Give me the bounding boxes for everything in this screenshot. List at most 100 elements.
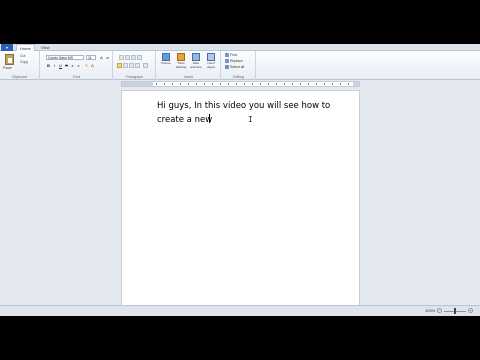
document-line-1[interactable]: Hi guys, In this video you will see how … bbox=[157, 101, 330, 111]
replace-label: Replace bbox=[230, 59, 243, 63]
ruler-tick bbox=[332, 83, 333, 85]
insert-picture-button[interactable]: Picture bbox=[160, 53, 172, 71]
decrease-indent-button[interactable] bbox=[119, 55, 124, 60]
strikethrough-button[interactable]: S bbox=[64, 63, 69, 68]
paste-icon bbox=[5, 54, 14, 65]
file-menu-button[interactable]: ▾ bbox=[1, 44, 13, 51]
find-icon bbox=[225, 53, 229, 58]
select-all-label: Select all bbox=[230, 65, 245, 69]
ruler-tick bbox=[292, 83, 293, 85]
ruler-right-margin bbox=[353, 82, 359, 86]
calendar-icon bbox=[192, 53, 200, 61]
zoom-out-button[interactable]: − bbox=[437, 308, 442, 313]
insert-object-button[interactable]: Insert object bbox=[205, 53, 217, 71]
select-all-icon bbox=[225, 65, 229, 70]
ruler-tick bbox=[308, 83, 309, 85]
insert-group-label: Insert bbox=[184, 75, 193, 79]
paint-drawing-button[interactable]: Paint drawing bbox=[175, 53, 187, 71]
ribbon-tab-row: ▾ Home View bbox=[0, 44, 480, 52]
clipboard-group: Paste Cut Copy Clipboard bbox=[0, 51, 40, 80]
mouse-ibeam-cursor: I bbox=[248, 115, 253, 124]
ruler-tick bbox=[260, 83, 261, 85]
status-bar: 100% − + bbox=[0, 305, 480, 316]
font-size-select[interactable]: 11 bbox=[86, 55, 96, 60]
grow-font-button[interactable]: A bbox=[99, 55, 104, 60]
font-group-label: Font bbox=[72, 75, 80, 79]
ruler-tick bbox=[156, 83, 157, 85]
ruler-tick bbox=[276, 83, 277, 85]
ribbon: Paste Cut Copy Clipboard Comic Sans MS 1… bbox=[0, 51, 480, 80]
document-area: Hi guys, In this video you will see how … bbox=[0, 87, 480, 350]
zoom-in-button[interactable]: + bbox=[468, 308, 473, 313]
increase-indent-button[interactable] bbox=[125, 55, 130, 60]
ruler-tick bbox=[340, 83, 341, 85]
date-time-label: Date and time bbox=[190, 61, 202, 69]
justify-button[interactable] bbox=[135, 63, 140, 68]
ruler-tick bbox=[284, 83, 285, 85]
clipboard-group-label: Clipboard bbox=[12, 75, 27, 79]
ruler-tick bbox=[228, 83, 229, 85]
replace-button[interactable]: Replace bbox=[225, 59, 243, 64]
ruler-tick bbox=[324, 83, 325, 85]
letterbox-top bbox=[0, 0, 480, 44]
paste-label: Paste bbox=[3, 66, 12, 70]
ruler-tick bbox=[316, 83, 317, 85]
editing-group-label: Editing bbox=[233, 75, 244, 79]
insert-picture-label: Picture bbox=[161, 61, 171, 65]
insert-group: Picture Paint drawing Date and time Inse… bbox=[157, 51, 221, 80]
wordpad-window: ▾ Home View Paste Cut Copy Clipboard Com… bbox=[0, 44, 480, 350]
align-left-button[interactable] bbox=[117, 63, 122, 68]
bullets-button[interactable] bbox=[131, 55, 136, 60]
highlight-button[interactable]: ✎ bbox=[84, 63, 89, 68]
picture-icon bbox=[162, 53, 170, 61]
paint-icon bbox=[177, 53, 185, 61]
paragraph-group-label: Paragraph bbox=[126, 75, 143, 79]
select-all-button[interactable]: Select all bbox=[225, 65, 244, 70]
paragraph-dialog-button[interactable] bbox=[143, 63, 148, 68]
ruler-tick bbox=[300, 83, 301, 85]
object-icon bbox=[207, 53, 215, 61]
underline-button[interactable]: U bbox=[58, 63, 63, 68]
date-time-button[interactable]: Date and time bbox=[190, 53, 202, 71]
tab-view[interactable]: View bbox=[38, 44, 53, 51]
superscript-button[interactable]: x bbox=[76, 63, 81, 68]
paragraph-group: Paragraph bbox=[114, 51, 156, 80]
paste-button[interactable]: Paste bbox=[0, 51, 20, 73]
font-group: Comic Sans MS 11 A a B I U S x x ✎ A Fon… bbox=[41, 51, 113, 80]
ruler-tick bbox=[204, 83, 205, 85]
align-right-button[interactable] bbox=[129, 63, 134, 68]
ruler-tick bbox=[236, 83, 237, 85]
bold-button[interactable]: B bbox=[46, 63, 51, 68]
insert-object-label: Insert object bbox=[206, 61, 215, 69]
ruler-tick bbox=[196, 83, 197, 85]
ruler-tick bbox=[172, 83, 173, 85]
zoom-slider-thumb[interactable] bbox=[454, 308, 456, 314]
ruler-tick bbox=[180, 83, 181, 85]
ruler-tick bbox=[212, 83, 213, 85]
copy-button[interactable]: Copy bbox=[20, 60, 28, 64]
find-button[interactable]: Find bbox=[225, 53, 237, 58]
font-family-select[interactable]: Comic Sans MS bbox=[46, 55, 84, 60]
ruler-left-margin bbox=[122, 82, 153, 86]
ruler-tick bbox=[348, 83, 349, 85]
document-line-2[interactable]: create a new bbox=[157, 115, 212, 125]
paint-drawing-label: Paint drawing bbox=[175, 61, 187, 69]
font-color-button[interactable]: A bbox=[90, 63, 95, 68]
ruler-tick bbox=[220, 83, 221, 85]
subscript-button[interactable]: x bbox=[70, 63, 75, 68]
ruler-tick bbox=[188, 83, 189, 85]
text-caret bbox=[209, 114, 210, 123]
replace-icon bbox=[225, 59, 229, 64]
shrink-font-button[interactable]: a bbox=[105, 55, 110, 60]
ruler-tick bbox=[252, 83, 253, 85]
cut-button[interactable]: Cut bbox=[20, 54, 25, 58]
ruler-tick bbox=[164, 83, 165, 85]
find-label: Find bbox=[230, 53, 237, 57]
ruler-tick bbox=[244, 83, 245, 85]
editing-group: Find Replace Select all Editing bbox=[222, 51, 256, 80]
zoom-level-label: 100% bbox=[425, 308, 436, 313]
align-center-button[interactable] bbox=[123, 63, 128, 68]
line-spacing-button[interactable] bbox=[137, 55, 142, 60]
italic-button[interactable]: I bbox=[52, 63, 57, 68]
letterbox-bottom bbox=[0, 316, 480, 360]
